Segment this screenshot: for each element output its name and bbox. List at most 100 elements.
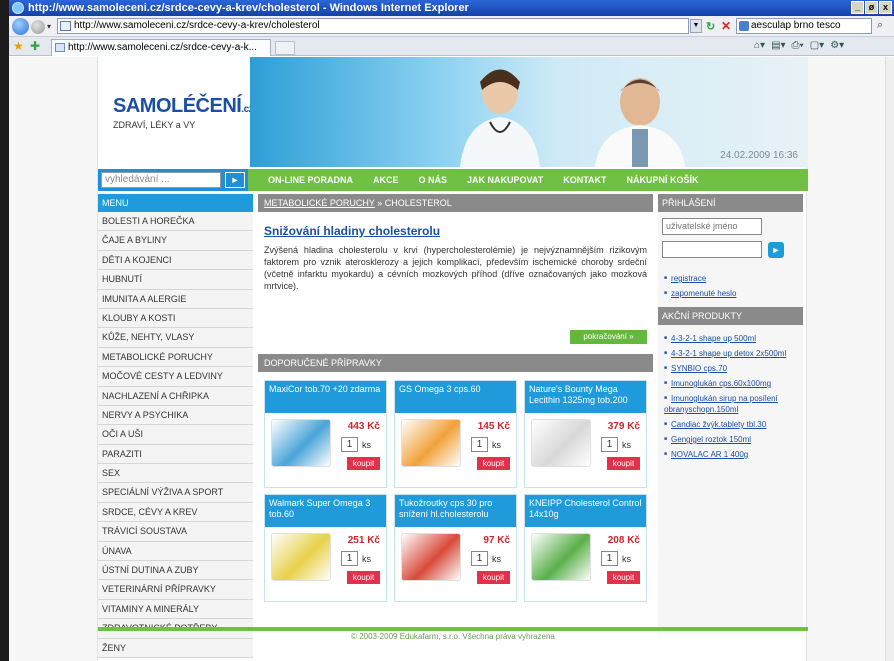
- vertical-scrollbar[interactable]: [885, 57, 894, 661]
- menu-item[interactable]: SPECIÁLNÍ VÝŽIVA A SPORT: [98, 483, 253, 503]
- offer-link[interactable]: Imunoglukán cps.60x100mg: [664, 378, 803, 389]
- quantity-field: 1 ks: [471, 437, 501, 452]
- menu-item[interactable]: OČI A UŠI: [98, 425, 253, 445]
- url-dropdown-icon[interactable]: ▼: [690, 19, 702, 33]
- menu-item[interactable]: SRDCE, CÉVY A KREV: [98, 502, 253, 523]
- menu-item[interactable]: NACHLAZENÍ A CHŘIPKA: [98, 386, 253, 406]
- home-icon[interactable]: ⌂▾: [754, 40, 765, 51]
- product-name[interactable]: GS Omega 3 cps.60: [395, 381, 516, 413]
- menu-item[interactable]: ŽENY: [98, 638, 253, 658]
- product-image[interactable]: [531, 419, 591, 467]
- buy-button[interactable]: koupit: [477, 457, 510, 470]
- quantity-input[interactable]: 1: [341, 437, 358, 452]
- product-name[interactable]: KNEIPP Cholesterol Control 14x10g: [525, 495, 646, 527]
- nav-link-jak-nakupovat[interactable]: JAK NAKUPOVAT: [457, 175, 553, 185]
- menu-item[interactable]: MOČOVÉ CESTY A LEDVINY: [98, 367, 253, 387]
- breadcrumb-separator: »: [377, 198, 383, 208]
- login-button[interactable]: ►: [768, 242, 784, 258]
- product-price: 379 Kč: [607, 421, 640, 432]
- more-button[interactable]: pokračování »: [570, 330, 647, 344]
- product-image[interactable]: [401, 419, 461, 467]
- menu-item[interactable]: IMUNITA A ALERGIE: [98, 289, 253, 309]
- menu-item[interactable]: ÚSTNÍ DUTINA A ZUBY: [98, 561, 253, 581]
- site-search-button[interactable]: ►: [225, 172, 245, 188]
- product-image[interactable]: [531, 533, 591, 581]
- minimize-button[interactable]: _: [851, 1, 864, 14]
- print-icon[interactable]: ⎙▾: [792, 40, 804, 51]
- add-favorites-icon[interactable]: ✚: [30, 39, 40, 53]
- offer-link[interactable]: Candiac žvýk.tablety tbl.30: [664, 419, 803, 430]
- product-name[interactable]: Nature's Bounty Mega Lecithin 1325mg tob…: [525, 381, 646, 413]
- menu-heading: MENU: [98, 194, 253, 212]
- article-title[interactable]: Snižování hladiny cholesterolu: [264, 224, 653, 238]
- close-button[interactable]: x: [879, 1, 892, 14]
- buy-button[interactable]: koupit: [347, 457, 380, 470]
- ie-logo-icon: [12, 2, 24, 14]
- quantity-input[interactable]: 1: [601, 437, 618, 452]
- search-icon[interactable]: ⌕: [877, 19, 883, 32]
- refresh-icon[interactable]: ↻: [706, 20, 715, 33]
- quantity-input[interactable]: 1: [471, 437, 488, 452]
- menu-item[interactable]: SEX: [98, 464, 253, 484]
- tools-menu-icon[interactable]: ⚙▾: [830, 40, 844, 51]
- product-image[interactable]: [271, 533, 331, 581]
- product-price: 443 Kč: [347, 421, 380, 432]
- menu-item[interactable]: KLOUBY A KOSTI: [98, 308, 253, 329]
- quantity-input[interactable]: 1: [471, 551, 488, 566]
- tab-current[interactable]: http://www.samoleceni.cz/srdce-cevy-a-k.…: [51, 39, 271, 56]
- menu-item[interactable]: DĚTI A KOJENCI: [98, 250, 253, 271]
- menu-item[interactable]: TRÁVICÍ SOUSTAVA: [98, 522, 253, 542]
- menu-item[interactable]: PARAZITI: [98, 444, 253, 465]
- menu-item[interactable]: BOLESTI A HOREČKA: [98, 212, 253, 232]
- offer-link[interactable]: Imunoglukán sirup na posílení obranyscho…: [664, 393, 803, 415]
- register-link[interactable]: registrace: [664, 273, 803, 284]
- product-image[interactable]: [401, 533, 461, 581]
- search-provider-icon: [739, 21, 749, 31]
- nav-link-kosik[interactable]: NÁKUPNÍ KOŠÍK: [617, 175, 709, 185]
- nav-link-akce[interactable]: AKCE: [363, 175, 409, 185]
- forgot-password-link[interactable]: zapomenuté heslo: [664, 288, 803, 299]
- nav-link-poradna[interactable]: ON-LINE PORADNA: [258, 175, 363, 185]
- site-search-input[interactable]: vyhledávání ...: [101, 172, 221, 188]
- offer-link[interactable]: 4-3-2-1 shape up 500ml: [664, 333, 803, 344]
- menu-item[interactable]: NERVY A PSYCHIKA: [98, 405, 253, 426]
- menu-item[interactable]: VITAMINY A MINERÁLY: [98, 599, 253, 620]
- offer-link[interactable]: SYNBIO cps.70: [664, 363, 803, 374]
- search-input[interactable]: aesculap brno tesco: [736, 18, 872, 34]
- offer-link[interactable]: 4-3-2-1 shape up detox 2x500ml: [664, 348, 803, 359]
- menu-item[interactable]: ÚNAVA: [98, 541, 253, 562]
- product-name[interactable]: Tukožroutky cps.30 pro snížení hl.choles…: [395, 495, 516, 527]
- offer-link[interactable]: NOVALAC AR 1 400g: [664, 449, 803, 460]
- history-dropdown-icon[interactable]: ▾: [47, 22, 51, 31]
- buy-button[interactable]: koupit: [607, 571, 640, 584]
- stop-icon[interactable]: ✕: [721, 19, 731, 33]
- nav-link-o-nas[interactable]: O NÁS: [409, 175, 458, 185]
- offer-link[interactable]: Gengigel roztok 150ml: [664, 434, 803, 445]
- quantity-input[interactable]: 1: [601, 551, 618, 566]
- product-image[interactable]: [271, 419, 331, 467]
- maximize-button[interactable]: ø: [865, 1, 878, 14]
- password-input[interactable]: [662, 241, 762, 258]
- menu-item[interactable]: HUBNUTÍ: [98, 270, 253, 290]
- site-logo[interactable]: SAMOLÉČENÍ.cz: [113, 95, 254, 118]
- url-input[interactable]: http://www.samoleceni.cz/srdce-cevy-a-kr…: [57, 18, 689, 34]
- menu-item[interactable]: VETERINÁRNÍ PŘÍPRAVKY: [98, 580, 253, 600]
- page-menu-icon[interactable]: ▢▾: [810, 40, 824, 51]
- feeds-icon[interactable]: ▤▾: [771, 40, 785, 51]
- quantity-input[interactable]: 1: [341, 551, 358, 566]
- back-icon[interactable]: [12, 18, 29, 35]
- new-tab-button[interactable]: [275, 41, 295, 55]
- nav-link-kontakt[interactable]: KONTAKT: [553, 175, 616, 185]
- favorites-star-icon[interactable]: ★: [13, 39, 24, 53]
- forward-icon[interactable]: [31, 20, 45, 34]
- buy-button[interactable]: koupit: [607, 457, 640, 470]
- product-name[interactable]: MaxiCor tob.70 +20 zdarma: [265, 381, 386, 413]
- menu-item[interactable]: KŮŽE, NEHTY, VLASY: [98, 328, 253, 348]
- product-name[interactable]: Walmark Super Omega 3 tob.60: [265, 495, 386, 527]
- buy-button[interactable]: koupit: [477, 571, 510, 584]
- breadcrumb-link[interactable]: METABOLICKÉ PORUCHY: [264, 198, 375, 208]
- menu-item[interactable]: ČAJE A BYLINY: [98, 231, 253, 251]
- buy-button[interactable]: koupit: [347, 571, 380, 584]
- menu-item[interactable]: METABOLICKÉ PORUCHY: [98, 347, 253, 368]
- username-input[interactable]: uživatelské jméno: [662, 218, 762, 235]
